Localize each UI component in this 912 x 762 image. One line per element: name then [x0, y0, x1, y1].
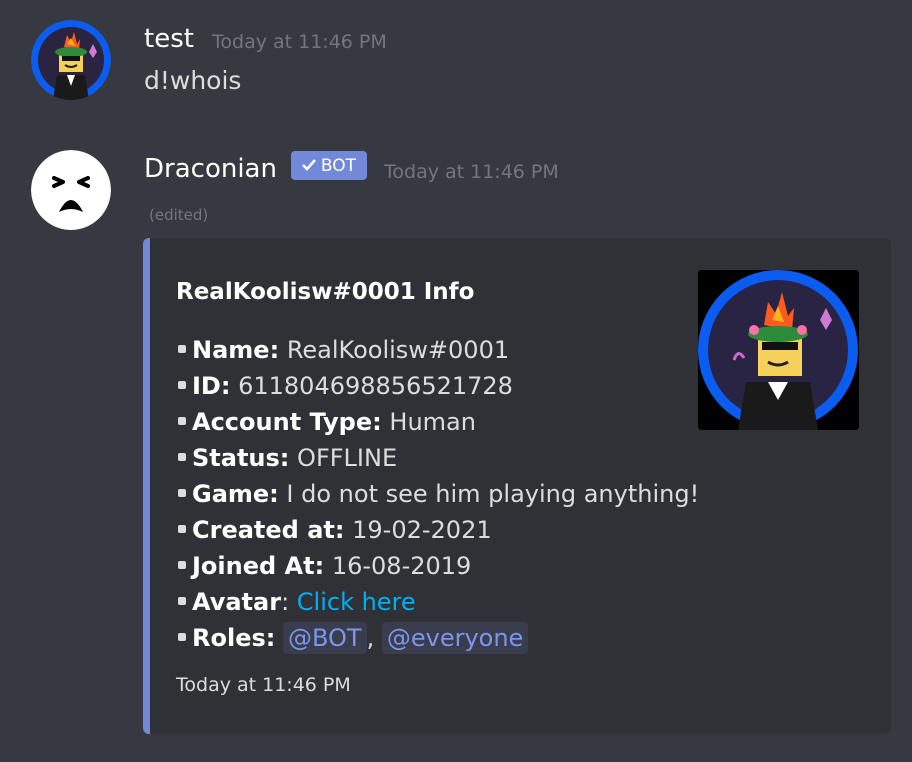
bullet-icon	[178, 561, 186, 569]
bot-badge: BOT	[291, 151, 367, 180]
field-label: Account Type:	[192, 408, 382, 436]
bullet-icon	[178, 381, 186, 389]
field-value: Human	[389, 408, 476, 436]
embed-field-roles: Roles: @BOT, @everyone	[176, 622, 529, 654]
field-label: Roles:	[192, 624, 276, 652]
field-label: Status:	[192, 444, 290, 472]
field-label: Joined At:	[192, 552, 325, 580]
bullet-icon	[178, 453, 186, 461]
role-mention-bot[interactable]: @BOT	[283, 622, 367, 654]
embed-field-game: Game: I do not see him playing anything!	[176, 479, 699, 509]
field-label: Name:	[192, 336, 280, 364]
embed-footer-timestamp: Today at 11:46 PM	[176, 674, 351, 696]
bot-badge-label: BOT	[320, 155, 357, 176]
checkmark-icon	[302, 156, 316, 176]
message-timestamp[interactable]: Today at 11:46 PM	[212, 31, 387, 53]
embed-field-name: Name: RealKoolisw#0001	[176, 335, 509, 365]
bullet-icon	[178, 633, 186, 641]
field-label: ID:	[192, 372, 231, 400]
bullet-icon	[178, 345, 186, 353]
username-test[interactable]: test	[144, 24, 194, 54]
field-label: Game:	[192, 480, 279, 508]
roblox-avatar-thumbnail	[698, 270, 859, 430]
crying-face-icon	[31, 150, 111, 230]
embed-field-avatar: Avatar: Click here	[176, 587, 416, 617]
embed-field-id: ID: 611804698856521728	[176, 371, 513, 401]
embed-field-account-type: Account Type: Human	[176, 407, 476, 437]
field-value: RealKoolisw#0001	[286, 336, 510, 364]
bullet-icon	[178, 489, 186, 497]
embed-title: RealKoolisw#0001 Info	[176, 279, 475, 305]
field-label: Avatar	[192, 588, 282, 616]
bullet-icon	[178, 525, 186, 533]
role-mention-everyone[interactable]: @everyone	[381, 622, 529, 654]
embed-field-status: Status: OFFLINE	[176, 443, 397, 473]
field-value: 19-02-2021	[352, 516, 492, 544]
bullet-icon	[178, 597, 186, 605]
embed-thumbnail[interactable]	[698, 270, 859, 430]
avatar-link[interactable]: Click here	[297, 588, 416, 616]
message-content: d!whois	[144, 66, 242, 95]
embed-field-joined-at: Joined At: 16-08-2019	[176, 551, 471, 581]
bullet-icon	[178, 417, 186, 425]
field-value: 16-08-2019	[331, 552, 472, 580]
username-draconian[interactable]: Draconian	[144, 154, 277, 184]
roblox-avatar-icon	[31, 20, 111, 100]
field-label: Created at:	[192, 516, 345, 544]
user-avatar-draconian[interactable]	[31, 150, 111, 230]
message-timestamp[interactable]: Today at 11:46 PM	[384, 161, 559, 183]
field-value: 611804698856521728	[238, 372, 513, 400]
field-value: I do not see him playing anything!	[286, 480, 700, 508]
user-avatar-test[interactable]	[31, 20, 111, 100]
embed-field-created-at: Created at: 19-02-2021	[176, 515, 492, 545]
edited-indicator: (edited)	[149, 206, 209, 224]
field-value: OFFLINE	[297, 444, 398, 472]
